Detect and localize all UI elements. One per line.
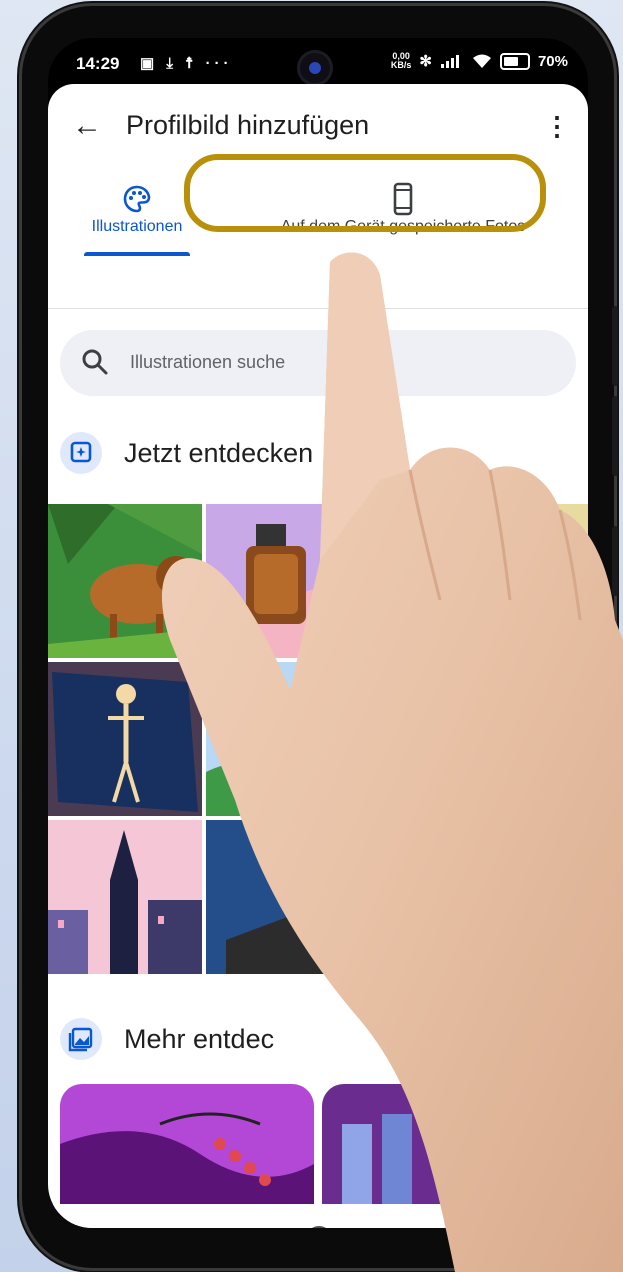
volume-button-2 <box>612 396 618 476</box>
wifi-icon <box>472 54 491 68</box>
illustration-perfume[interactable] <box>206 504 360 658</box>
highlight-ring <box>184 154 546 232</box>
more-illustrations-strip <box>60 1084 588 1204</box>
volume-button <box>612 306 618 386</box>
tab-indicator <box>84 252 190 256</box>
bluetooth-icon: ✻ <box>419 53 432 70</box>
home-icon[interactable] <box>306 1226 332 1228</box>
illustration-castle[interactable] <box>364 504 588 658</box>
net-speed: 0,00 KB/s <box>390 51 412 70</box>
app-content: ← Profilbild hinzufügen ⋮ Illustrationen <box>48 84 588 1228</box>
section-title: Mehr entdec <box>124 1024 275 1054</box>
more-vert-icon[interactable]: ⋮ <box>544 108 570 144</box>
illustration-shoe[interactable] <box>206 662 360 816</box>
section-header-2: Mehr entdec <box>60 1014 580 1064</box>
arrow-back-icon[interactable]: ← <box>72 108 108 144</box>
illustration-city[interactable] <box>48 820 202 974</box>
front-camera <box>300 53 330 83</box>
illustration-card-purple[interactable] <box>60 1084 314 1204</box>
notification-icons: ▣ ⤓ ☨ ··· <box>140 55 233 72</box>
search-input[interactable]: Illustrationen suche <box>60 330 576 396</box>
illustration-bison[interactable] <box>48 504 202 658</box>
tab-illustrationen[interactable]: Illustrationen <box>72 176 202 306</box>
illustration-card-towers[interactable] <box>322 1084 542 1204</box>
illustration-grid <box>48 504 588 980</box>
battery-level: 70% <box>537 52 568 70</box>
system-navigation-bar <box>48 1204 588 1228</box>
image-gallery-icon <box>60 1018 102 1060</box>
signal-icon <box>440 55 459 68</box>
palette-icon <box>123 185 151 213</box>
search-placeholder: Illustrationen suche <box>130 352 286 372</box>
explore-icon <box>60 432 102 474</box>
battery-icon <box>499 52 530 70</box>
illustration-building[interactable] <box>206 820 360 974</box>
illustration-skeleton[interactable] <box>48 662 202 816</box>
status-time: 14:29 <box>76 54 120 73</box>
status-right: 0,00 KB/s ✻ 70% <box>390 51 568 71</box>
tab-label: Illustrationen <box>91 218 183 235</box>
section-header: Jetzt entdecken <box>60 428 580 478</box>
power-button <box>612 526 618 596</box>
search-icon <box>82 349 108 375</box>
page-title: Profilbild hinzufügen <box>126 110 370 140</box>
status-bar: 14:29 ▣ ⤓ ☨ ··· 0,00 KB/s ✻ 70% <box>48 38 588 84</box>
section-title: Jetzt entdecken <box>124 438 314 468</box>
